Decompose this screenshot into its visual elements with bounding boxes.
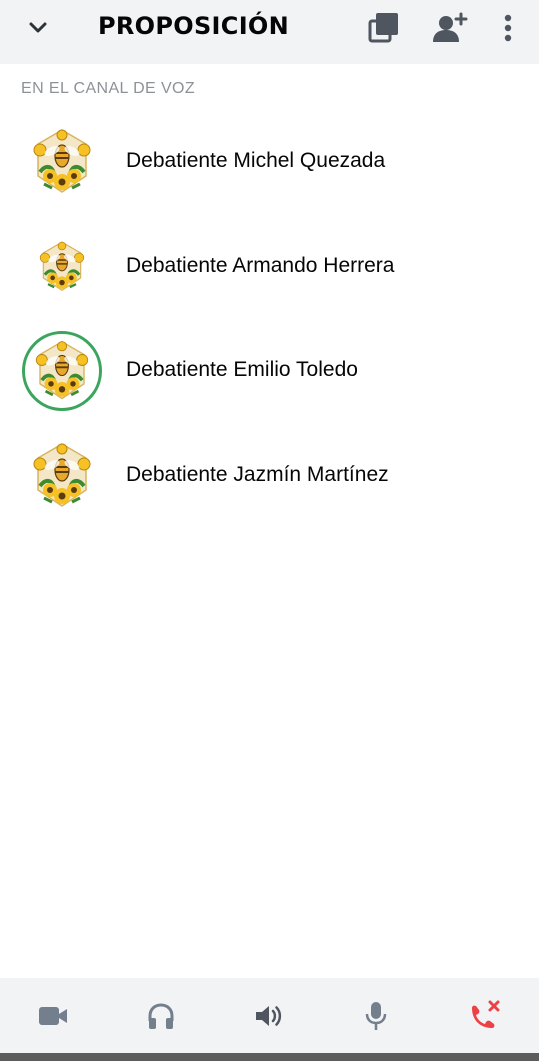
voice-controls-bar — [0, 978, 539, 1054]
add-member-button[interactable] — [430, 8, 470, 48]
add-person-icon — [433, 12, 468, 42]
system-navigation-bar — [0, 1053, 539, 1061]
disconnect-call-icon — [472, 1000, 500, 1028]
member-name: Debatiente Jazmín Martínez — [126, 463, 389, 486]
popout-button[interactable] — [363, 8, 403, 48]
video-camera-icon — [39, 1007, 67, 1025]
voice-channel-section-label: EN EL CANAL DE VOZ — [21, 80, 196, 97]
bee-sunflower-crest-icon — [35, 340, 89, 400]
avatar — [22, 227, 102, 307]
collapse-button[interactable] — [22, 14, 54, 42]
speaker-toggle-button[interactable] — [247, 994, 291, 1038]
member-row[interactable]: Debatiente Jazmín Martínez — [0, 427, 539, 523]
channel-header: PROPOSICIÓN — [0, 0, 539, 64]
avatar — [22, 122, 102, 202]
speaker-icon — [256, 1006, 282, 1026]
bee-sunflower-crest-icon — [33, 129, 91, 193]
microphone-icon — [365, 1002, 387, 1030]
bee-sunflower-crest-icon — [33, 443, 91, 507]
popout-icon — [368, 13, 398, 43]
avatar-speaking — [22, 331, 102, 411]
more-options-button[interactable] — [488, 8, 528, 48]
bee-sunflower-crest-icon — [39, 241, 85, 292]
video-toggle-button[interactable] — [31, 994, 75, 1038]
member-row[interactable]: Debatiente Armando Herrera — [0, 218, 539, 314]
channel-title: PROPOSICIÓN — [98, 12, 290, 40]
headphones-icon — [148, 1003, 174, 1029]
member-name: Debatiente Armando Herrera — [126, 254, 395, 277]
more-vertical-icon — [504, 14, 512, 42]
member-name: Debatiente Emilio Toledo — [126, 358, 358, 381]
avatar — [22, 436, 102, 516]
member-row[interactable]: Debatiente Emilio Toledo — [0, 322, 539, 418]
disconnect-button[interactable] — [462, 994, 506, 1038]
chevron-down-icon — [29, 22, 47, 33]
member-row[interactable]: Debatiente Michel Quezada — [0, 113, 539, 209]
member-name: Debatiente Michel Quezada — [126, 149, 386, 172]
deafen-toggle-button[interactable] — [139, 994, 183, 1038]
mute-toggle-button[interactable] — [354, 994, 398, 1038]
